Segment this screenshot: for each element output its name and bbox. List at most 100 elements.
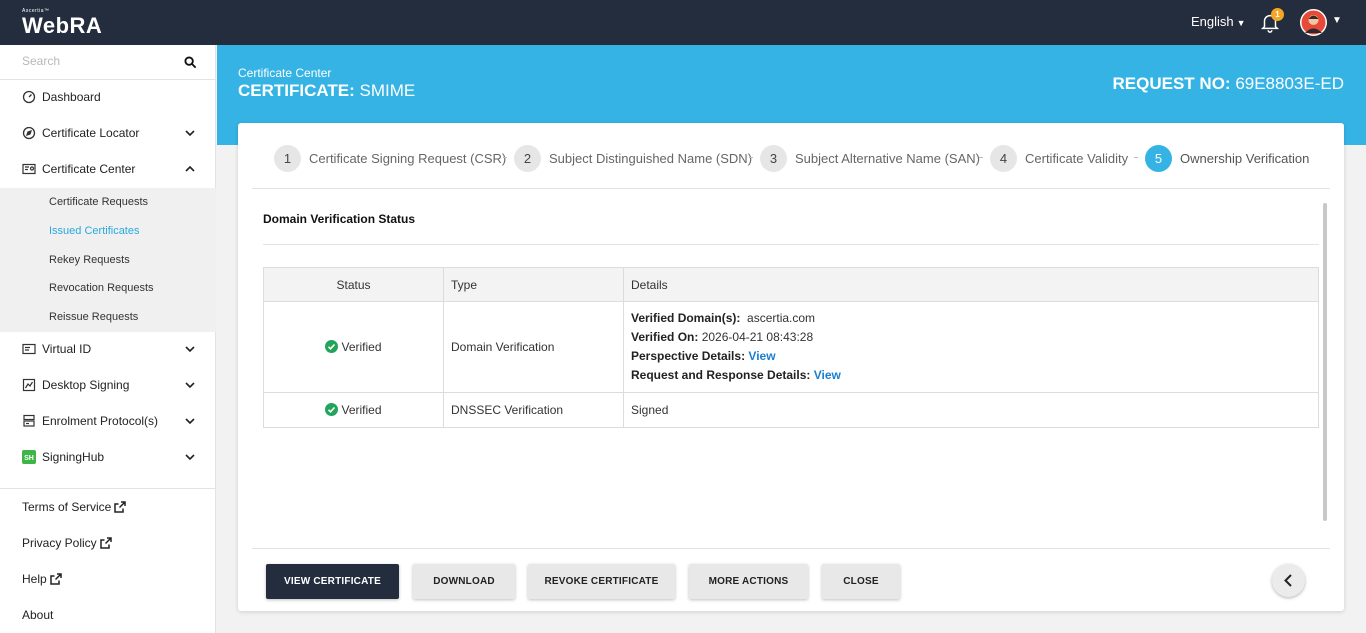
detail-verified-on: Verified On: 2026-04-21 08:43:28 <box>631 328 1318 347</box>
submenu-item-issued-certificates[interactable]: Issued Certificates <box>49 225 139 237</box>
step-separator <box>1134 157 1138 158</box>
detail-label: Request and Response Details: <box>631 368 811 382</box>
step-number: 5 <box>1145 145 1172 172</box>
detail-label: Perspective Details: <box>631 349 746 363</box>
step-label: Subject Alternative Name (SAN) <box>795 151 980 166</box>
sidebar-item-virtual-id[interactable]: Virtual ID <box>0 331 216 367</box>
link-label: Help <box>22 572 47 586</box>
sidebar-item-label: Certificate Center <box>42 162 136 176</box>
column-header-details: Details <box>623 267 1319 302</box>
close-button[interactable]: CLOSE <box>822 564 900 599</box>
top-bar: Ascertia™ WebRA <box>0 0 1366 45</box>
id-card-icon <box>22 343 36 355</box>
sidebar-item-label: Enrolment Protocol(s) <box>42 414 159 428</box>
sidebar-item-label: Virtual ID <box>42 342 92 356</box>
step-label: Certificate Validity <box>1025 151 1129 166</box>
details-cell: Verified Domain(s): ascertia.com Verifie… <box>623 301 1319 393</box>
divider <box>263 244 1319 245</box>
language-selector[interactable]: English ▼ <box>1191 14 1246 29</box>
sidebar-item-desktop-signing[interactable]: Desktop Signing <box>0 367 216 403</box>
submenu-item-certificate-requests[interactable]: Certificate Requests <box>49 196 148 208</box>
sidebar-item-certificate-center[interactable]: Certificate Center <box>0 151 216 187</box>
sidebar-item-dashboard[interactable]: Dashboard <box>0 79 216 115</box>
view-certificate-button[interactable]: VIEW CERTIFICATE <box>266 564 399 599</box>
request-number: REQUEST NO: 69E8803E-ED <box>1113 74 1344 94</box>
dashboard-icon <box>22 90 36 104</box>
divider <box>252 548 1330 549</box>
avatar-caret-icon[interactable]: ▼ <box>1332 15 1342 26</box>
chevron-down-icon <box>185 130 195 137</box>
avatar[interactable] <box>1300 9 1327 36</box>
collapse-button[interactable] <box>1272 564 1305 597</box>
step-label: Certificate Signing Request (CSR) <box>309 151 507 166</box>
detail-request-response: Request and Response Details: View <box>631 366 1318 385</box>
sidebar-item-label: Desktop Signing <box>42 378 130 392</box>
detail-value: 2026-04-21 08:43:28 <box>701 330 814 344</box>
chevron-down-icon <box>185 382 195 389</box>
user-avatar-icon <box>1301 10 1326 35</box>
chevron-down-icon <box>185 418 195 425</box>
sidebar-item-label: Certificate Locator <box>42 126 140 140</box>
link-label: Privacy Policy <box>22 536 97 550</box>
chevron-left-icon <box>1284 574 1292 587</box>
request-prefix: REQUEST NO: <box>1112 74 1231 93</box>
type-cell: DNSSEC Verification <box>443 392 624 428</box>
step-separator <box>503 157 507 158</box>
download-button[interactable]: DOWNLOAD <box>413 564 515 599</box>
column-header-type: Type <box>443 267 624 302</box>
table-row: Verified DNSSEC Verification Signed <box>263 392 1319 428</box>
breadcrumb[interactable]: Certificate Center <box>238 66 331 80</box>
detail-perspective: Perspective Details: View <box>631 347 1318 366</box>
help-link[interactable]: Help <box>22 572 62 586</box>
submenu-item-reissue-requests[interactable]: Reissue Requests <box>49 311 138 323</box>
search-input[interactable] <box>22 54 182 68</box>
brand-name: WebRA <box>22 13 103 38</box>
verification-table: Status Type Details Verified Domain Veri… <box>263 267 1319 428</box>
detail-verified-domains: Verified Domain(s): ascertia.com <box>631 309 1318 328</box>
sidebar-search <box>0 45 216 80</box>
external-link-icon <box>49 573 62 585</box>
sidebar-item-certificate-locator[interactable]: Certificate Locator <box>0 115 216 151</box>
check-circle-icon <box>325 403 339 416</box>
signing-icon <box>22 378 36 392</box>
search-icon[interactable] <box>184 56 197 69</box>
step-number: 2 <box>514 145 541 172</box>
perspective-view-link[interactable]: View <box>748 349 775 363</box>
sidebar-item-label: Dashboard <box>42 90 101 104</box>
more-actions-button[interactable]: MORE ACTIONS <box>689 564 808 599</box>
certificate-center-submenu: Certificate Requests Issued Certificates… <box>0 188 216 332</box>
detail-label: Verified Domain(s): <box>631 311 741 325</box>
detail-label: Verified On: <box>631 330 699 344</box>
submenu-item-rekey-requests[interactable]: Rekey Requests <box>49 254 130 266</box>
external-link-icon <box>99 537 112 549</box>
link-label: About <box>22 608 54 622</box>
step-number: 3 <box>760 145 787 172</box>
request-response-view-link[interactable]: View <box>814 368 841 382</box>
step-separator <box>979 157 983 158</box>
privacy-policy-link[interactable]: Privacy Policy <box>22 536 112 550</box>
sidebar-item-enrolment-protocols[interactable]: Enrolment Protocol(s) <box>0 403 216 439</box>
check-circle-icon <box>325 340 339 353</box>
revoke-certificate-button[interactable]: REVOKE CERTIFICATE <box>528 564 675 599</box>
about-link[interactable]: About <box>22 608 53 622</box>
stepper: 1 Certificate Signing Request (CSR) 2 Su… <box>252 123 1330 189</box>
type-cell: Domain Verification <box>443 301 624 393</box>
page-title: CERTIFICATE: SMIME <box>238 81 415 101</box>
terms-of-service-link[interactable]: Terms of Service <box>22 500 127 514</box>
signinghub-icon: SH <box>22 450 36 464</box>
step-label: Ownership Verification <box>1180 151 1310 166</box>
svg-text:SH: SH <box>24 455 34 462</box>
sidebar-footer: Terms of Service Privacy Policy Help Abo… <box>0 488 216 633</box>
chevron-up-icon <box>185 165 195 172</box>
step-number: 4 <box>990 145 1017 172</box>
server-icon <box>23 414 35 427</box>
language-label: English <box>1191 14 1234 29</box>
submenu-item-revocation-requests[interactable]: Revocation Requests <box>49 282 154 294</box>
step-label: Subject Distinguished Name (SDN) <box>549 151 753 166</box>
logo[interactable]: Ascertia™ WebRA <box>22 8 102 38</box>
scrollbar[interactable] <box>1323 203 1327 521</box>
chevron-down-icon <box>185 454 195 461</box>
sidebar-item-signinghub[interactable]: SH SigningHub <box>0 439 216 475</box>
detail-value: ascertia.com <box>747 311 816 325</box>
table-row: Verified Domain Verification Verified Do… <box>263 301 1319 393</box>
